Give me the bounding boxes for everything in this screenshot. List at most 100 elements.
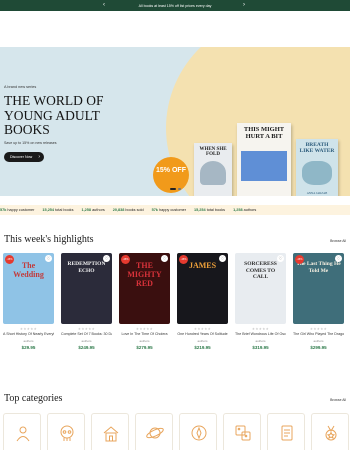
rating-stars: ★★★★★ [135,327,154,331]
ticker-item: 57k happy customer [152,205,186,215]
categories-title: Top categories [4,393,63,404]
skull-icon [60,425,74,441]
chevron-right-icon: › [38,154,40,160]
hero-book-3[interactable]: BREATH LIKE WATER ANNA JARZAB [296,139,338,196]
hero-book-2[interactable]: THIS MIGHT HURT A BIT [237,123,291,196]
ticker-number: 57k [0,208,7,212]
book-title[interactable]: Love In The Time Of Cholera [119,332,170,336]
category-tile[interactable] [47,413,85,450]
hero-subtitle: Save up to 15% on new releases [4,141,57,145]
ticker-label: total books [55,208,74,212]
book-title[interactable]: The Brief Wondrous Life Of Oscar Wao [235,332,286,336]
hero-title: THE WORLD OF YOUNG ADULT BOOKS [4,93,104,137]
ticker-label: happy customer [158,208,186,212]
book-author[interactable]: authors [235,339,286,343]
discover-now-label: Discover Now [10,155,33,159]
heart-icon[interactable]: ♡ [219,255,226,262]
book-card[interactable]: SORCERESS COMES TO CALL ♡ ★★★★★ The Brief W… [235,253,286,358]
ticker-label: authors [92,208,105,212]
scroll-icon [281,425,293,441]
discover-now-button[interactable]: Discover Now › [4,152,44,162]
book-illustration [241,151,287,181]
book-author[interactable]: authors [177,339,228,343]
book-author[interactable]: authors [61,339,112,343]
book-cover-title: REDEMPTION ECHO [67,261,106,274]
heart-icon[interactable]: ♡ [45,255,52,262]
hero-book-title: THIS MIGHT HURT A BIT [243,126,285,140]
book-author[interactable]: authors [119,339,170,343]
hero-book-title: BREATH LIKE WATER [299,142,335,154]
categories-grid [3,413,350,450]
book-cover[interactable]: SORCERESS COMES TO CALL ♡ [235,253,286,324]
category-tile[interactable] [267,413,305,450]
book-price: $279.95 [136,345,153,350]
book-card[interactable]: THE MIGHTY RED -15% ♡ ★★★★★ Love In The Time… [119,253,170,358]
hero-book-1[interactable]: WHEN SHE FOLD [194,143,232,196]
sale-badge: -15% [179,255,188,264]
site-header [0,11,350,47]
book-cover[interactable]: The Wedding -15% ♡ [3,253,54,324]
book-card[interactable]: JAMES -15% ♡ ★★★★★ One Hundred Years Of Soli… [177,253,228,358]
book-price: $319.95 [252,345,269,350]
book-card[interactable]: The Wedding -15% ♡ ★★★★★ A Short History Of … [3,253,54,358]
baby-icon [16,426,30,442]
category-tile[interactable] [179,413,217,450]
category-tile[interactable] [91,413,129,450]
book-title[interactable]: Complete Set Of 7 Books: 30 Days To Chan… [61,332,112,336]
ticker-label: happy customer [7,208,35,212]
ticker-number: 1,258 [81,208,91,212]
rating-stars: ★★★★★ [193,327,212,331]
book-cover[interactable]: THE MIGHTY RED -15% ♡ [119,253,170,324]
slider-dot[interactable] [178,188,181,190]
hero-book-author: ANNA JARZAB [306,191,328,195]
heart-icon[interactable]: ♡ [277,255,284,262]
category-tile[interactable] [135,413,173,450]
category-tile[interactable] [311,413,349,450]
ticker-item: 1,258 authors [81,205,104,215]
book-author[interactable]: authors [3,339,54,343]
hero-banner: A brand new series THE WORLD OF YOUNG AD… [0,47,350,196]
hero-eyebrow: A brand new series [4,85,37,89]
book-illustration [200,161,226,185]
book-title[interactable]: The Girl Who Played The Dragon Tattoo [293,332,344,336]
ticker-item: 15,254 total books [194,205,225,215]
ticker-label: total books [206,208,226,212]
book-price: $29.95 [21,345,36,350]
chevron-left-icon[interactable]: ‹ [103,0,105,11]
ticker-label: books sold [125,208,144,212]
book-cover-title: THE MIGHTY RED [127,261,162,288]
book-cover[interactable]: REDEMPTION ECHO ♡ [61,253,112,324]
ticker-number: 15,254 [42,208,55,212]
announcement-bar: ‹ All books at least 15% off list prices… [0,0,350,11]
book-cover-title: SORCERESS COMES TO CALL [244,261,277,280]
book-title[interactable]: A Short History Of Nearly Everything [3,332,54,336]
book-cover-title: The Last Thing He Told Me [296,261,341,274]
book-price: $249.95 [78,345,95,350]
book-author[interactable]: authors [293,339,344,343]
heart-icon[interactable]: ♡ [103,255,110,262]
sale-badge: -15% [5,255,14,264]
ticker-item: 15,254 total books [42,205,73,215]
highlights-browse-all[interactable]: Browse All [330,239,346,243]
heart-icon[interactable]: ♡ [161,255,168,262]
category-tile[interactable] [223,413,261,450]
book-card[interactable]: REDEMPTION ECHO ♡ ★★★★★ Complete Set Of 7 B… [61,253,112,358]
stats-ticker: 57k happy customer 15,254 total books 1,25… [0,205,350,215]
book-cover[interactable]: JAMES -15% ♡ [177,253,228,324]
highlights-title: This week's highlights [4,234,94,245]
chevron-right-icon[interactable]: › [243,0,245,11]
compass-icon [191,425,207,441]
category-tile[interactable] [3,413,41,450]
categories-browse-all[interactable]: Browse All [330,398,346,402]
book-illustration [302,161,332,185]
dice-icon [235,425,251,441]
ticker-number: 1,258 [233,208,243,212]
ticker-item: 57k happy customer [0,205,34,215]
book-card[interactable]: The Last Thing He Told Me -15% ♡ ★★★★★ The G… [293,253,344,358]
heart-icon[interactable]: ♡ [335,255,342,262]
planet-icon [146,427,164,439]
slider-dot-active[interactable] [170,188,176,190]
ticker-item: 20,838 books sold [113,205,144,215]
book-title[interactable]: One Hundred Years Of Solitude [177,332,228,336]
book-cover[interactable]: The Last Thing He Told Me -15% ♡ [293,253,344,324]
